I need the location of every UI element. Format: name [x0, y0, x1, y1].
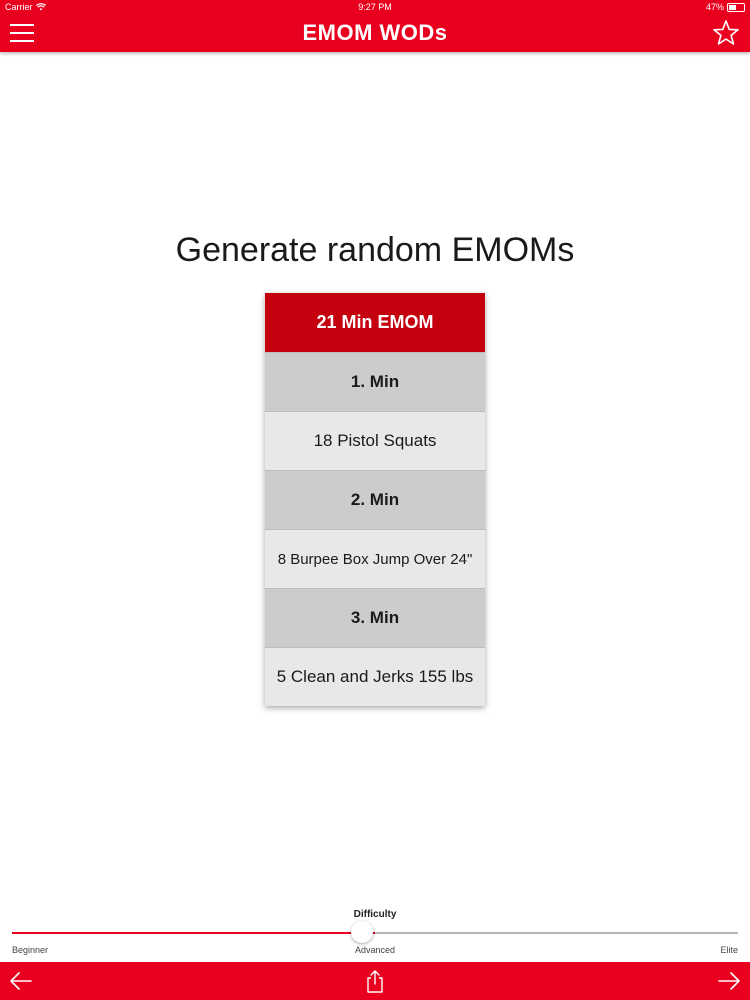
minute-row[interactable]: 3. Min [265, 588, 485, 647]
battery-fill [729, 4, 736, 10]
app-title: EMOM WODs [302, 20, 448, 45]
status-bar: Carrier 9:27 PM 47% [0, 0, 750, 16]
status-time: 9:27 PM [358, 2, 392, 12]
battery-icon [727, 2, 745, 12]
difficulty-mid-label: Advanced [354, 945, 396, 955]
exercise-row[interactable]: 18 Pistol Squats [265, 411, 485, 470]
nav-bar: EMOM WODs [0, 16, 750, 52]
arrow-left-icon[interactable] [8, 968, 34, 994]
difficulty-max-label: Elite [720, 945, 738, 955]
share-icon[interactable] [362, 968, 388, 994]
difficulty-slider-thumb[interactable] [351, 921, 373, 943]
page-headline: Generate random EMOMs [175, 230, 575, 269]
exercise-row[interactable]: 5 Clean and Jerks 155 lbs [265, 647, 485, 706]
difficulty-label: Difficulty [353, 909, 397, 920]
minute-row[interactable]: 1. Min [265, 352, 485, 411]
star-icon[interactable] [712, 19, 740, 47]
battery-group: 47% [706, 2, 745, 12]
difficulty-slider-track[interactable] [12, 932, 738, 934]
workout-header[interactable]: 21 Min EMOM [265, 293, 485, 352]
difficulty-slider-fill [12, 932, 375, 934]
bottom-toolbar [0, 962, 750, 1000]
minute-row[interactable]: 2. Min [265, 470, 485, 529]
exercise-row[interactable]: 8 Burpee Box Jump Over 24" [265, 529, 485, 588]
workout-card: 21 Min EMOM 1. Min 18 Pistol Squats 2. M… [265, 293, 485, 706]
arrow-right-icon[interactable] [716, 968, 742, 994]
battery-percent: 47% [705, 2, 724, 12]
